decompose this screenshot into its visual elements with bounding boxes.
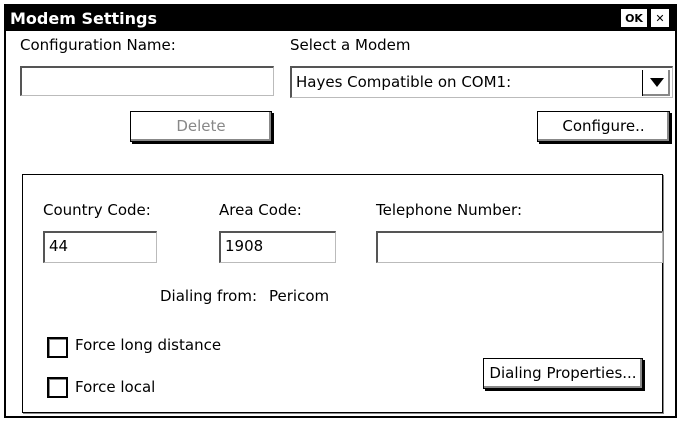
country-code-label: Country Code: — [43, 201, 151, 219]
chevron-down-icon[interactable] — [642, 70, 670, 96]
select-modem-label: Select a Modem — [290, 36, 411, 54]
window-title: Modem Settings — [10, 9, 157, 28]
area-code-input[interactable]: 1908 — [219, 231, 336, 263]
telephone-number-label: Telephone Number: — [376, 201, 522, 219]
modem-settings-dialog: Modem Settings OK ✕ Configuration Name: … — [4, 4, 677, 418]
configuration-name-label: Configuration Name: — [20, 36, 176, 54]
modem-select-value: Hayes Compatible on COM1: — [296, 73, 512, 91]
area-code-label: Area Code: — [219, 201, 302, 219]
force-local-checkbox[interactable] — [47, 377, 68, 398]
country-code-input[interactable]: 44 — [43, 231, 157, 263]
dialing-from-label: Dialing from: — [160, 287, 258, 305]
telephone-number-input[interactable] — [376, 231, 663, 263]
configure-button[interactable]: Configure.. — [537, 111, 670, 142]
dialing-group: Country Code: 44 Area Code: 1908 Telepho… — [22, 174, 663, 413]
modem-select[interactable]: Hayes Compatible on COM1: — [290, 66, 673, 98]
force-local-label[interactable]: Force local — [75, 378, 155, 396]
force-long-distance-checkbox[interactable] — [47, 337, 68, 358]
close-icon[interactable]: ✕ — [651, 9, 669, 27]
configuration-name-input[interactable] — [20, 66, 274, 96]
title-bar[interactable]: Modem Settings OK ✕ — [6, 6, 675, 31]
force-long-distance-label[interactable]: Force long distance — [75, 336, 221, 354]
ok-title-button[interactable]: OK — [621, 9, 647, 27]
delete-button[interactable]: Delete — [130, 111, 272, 142]
dialing-from-value: Pericom — [269, 287, 330, 305]
dialing-properties-button[interactable]: Dialing Properties... — [483, 358, 643, 389]
